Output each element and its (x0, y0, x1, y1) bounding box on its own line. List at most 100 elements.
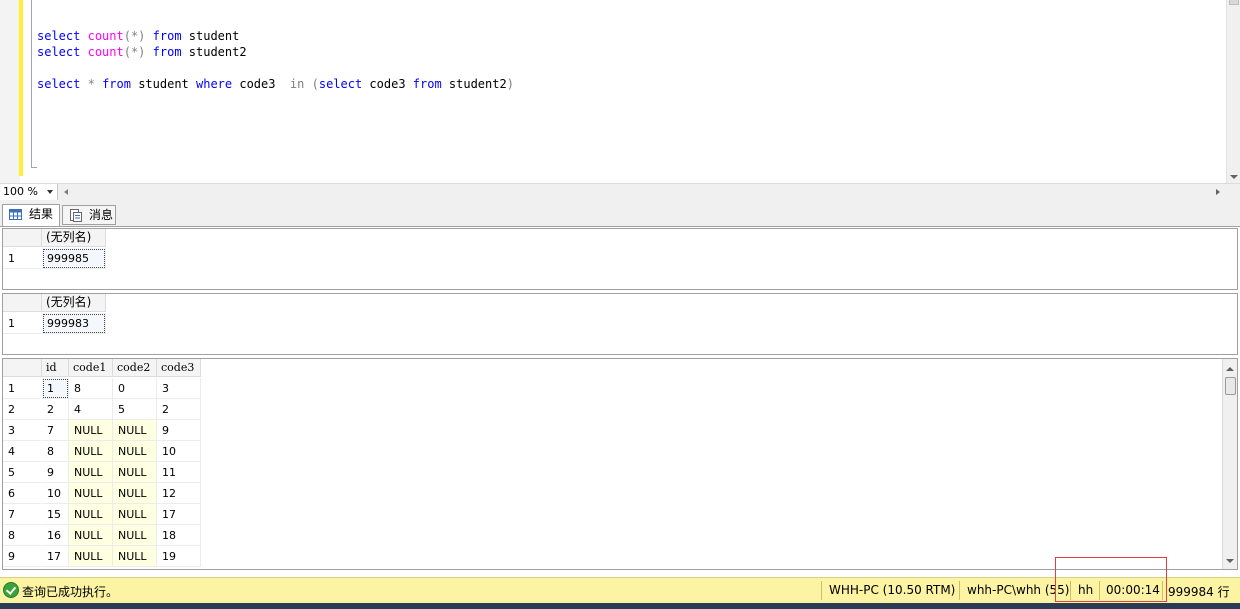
grid-cell[interactable]: 4 (69, 399, 113, 420)
grid-cell[interactable]: 1 (42, 378, 69, 399)
grid-cell[interactable]: 9 (42, 462, 69, 483)
code-token: (*) (123, 45, 146, 59)
zoom-select[interactable]: 100 % (0, 184, 58, 200)
change-marker-bar (19, 0, 23, 176)
row-number[interactable]: 1 (3, 378, 41, 399)
row-number[interactable]: 1 (3, 313, 41, 334)
code-area[interactable]: select count(*) from student select count… (37, 28, 514, 92)
grid-cell[interactable]: NULL (113, 462, 157, 483)
code-token: ( (311, 77, 319, 91)
code-line[interactable] (37, 60, 514, 76)
grid-scroll-thumb[interactable] (1225, 377, 1236, 395)
zoom-value: 100 % (3, 185, 38, 198)
grid-cell[interactable]: NULL (69, 441, 113, 462)
scroll-up-arrow-icon[interactable] (1226, 367, 1234, 371)
grid-cell[interactable]: NULL (113, 420, 157, 441)
row-number[interactable]: 8 (3, 525, 41, 546)
grid-cell[interactable]: 999985 (42, 248, 106, 269)
grid-cell[interactable]: 10 (157, 441, 201, 462)
editor-vertical-scrollbar[interactable] (1226, 0, 1240, 183)
column-header-code3[interactable]: code3 (157, 359, 201, 377)
grid-cell[interactable]: 17 (157, 504, 201, 525)
grid-corner[interactable] (3, 294, 42, 312)
grid-cell[interactable]: 2 (42, 399, 69, 420)
code-line[interactable]: select * from student where code3 in (se… (37, 76, 514, 92)
chevron-down-icon (47, 190, 53, 194)
code-token: student (130, 77, 196, 91)
grid-cell[interactable]: 999983 (42, 313, 106, 334)
tab-results[interactable]: 结果 (2, 204, 60, 226)
row-number[interactable]: 5 (3, 462, 41, 483)
grid-cell[interactable]: 11 (157, 462, 201, 483)
column-header-code2[interactable]: code2 (113, 359, 157, 377)
column-header-id[interactable]: id (42, 359, 69, 377)
grid-cell[interactable]: 19 (157, 546, 201, 567)
code-token: select (37, 29, 81, 43)
column-header[interactable]: (无列名) (42, 294, 106, 312)
status-message: 查询已成功执行。 (22, 585, 119, 599)
status-bar: 查询已成功执行。 WHH-PC (10.50 RTM) whh-PC\whh (… (0, 577, 1240, 604)
result-grid-2[interactable]: (无列名) 1 999983 (2, 293, 1238, 355)
grid-cell[interactable]: NULL (69, 483, 113, 504)
grid-cell[interactable]: NULL (113, 483, 157, 504)
grid-cell[interactable]: NULL (69, 462, 113, 483)
row-number[interactable]: 4 (3, 441, 41, 462)
scroll-left-arrow-icon[interactable] (64, 189, 68, 195)
grid-vertical-scrollbar[interactable] (1222, 359, 1237, 569)
column-header[interactable]: (无列名) (42, 229, 106, 247)
grid-cell[interactable]: 8 (42, 441, 69, 462)
grid-cell[interactable]: 8 (69, 378, 113, 399)
column-header-code1[interactable]: code1 (69, 359, 113, 377)
grid-cell[interactable]: 15 (42, 504, 69, 525)
result-grid-3[interactable]: id code1 code2 code3 1 1 8 0 3 2 2 4 5 2 3 7 NULL NULL 9 4 8… (2, 358, 1238, 570)
grid-cell[interactable]: 5 (113, 399, 157, 420)
code-line[interactable]: select count(*) from student2 (37, 44, 514, 60)
grid-cell[interactable]: 12 (157, 483, 201, 504)
editor-horizontal-scrollbar[interactable]: 100 % (0, 183, 1240, 201)
grid-cell[interactable]: NULL (113, 504, 157, 525)
scroll-right-arrow-icon[interactable] (1216, 189, 1220, 195)
tab-messages[interactable]: 消息 (62, 205, 116, 225)
code-token: student2 (441, 77, 507, 91)
scroll-down-arrow-icon[interactable] (1226, 559, 1234, 563)
result-grid-1[interactable]: (无列名) 1 999985 (2, 228, 1238, 290)
row-number[interactable]: 7 (3, 504, 41, 525)
grid-cell[interactable]: 16 (42, 525, 69, 546)
grid-cell[interactable]: NULL (69, 546, 113, 567)
grid-cell[interactable]: 7 (42, 420, 69, 441)
code-line[interactable]: select count(*) from student (37, 28, 514, 44)
success-check-icon (3, 582, 19, 598)
tab-messages-label: 消息 (89, 208, 114, 222)
row-number[interactable]: 1 (3, 248, 41, 269)
grid-cell[interactable]: 0 (113, 378, 157, 399)
result-tabs: 结果 消息 (0, 201, 1240, 227)
divider (821, 581, 822, 600)
row-number[interactable]: 6 (3, 483, 41, 504)
grid-cell[interactable]: 2 (157, 399, 201, 420)
grid-cell[interactable]: 3 (157, 378, 201, 399)
grid-corner[interactable] (3, 359, 42, 377)
grid-cell[interactable]: 18 (157, 525, 201, 546)
grid-cell[interactable]: NULL (113, 525, 157, 546)
grid-cell[interactable]: NULL (113, 546, 157, 567)
code-token: select (37, 45, 81, 59)
row-number[interactable]: 2 (3, 399, 41, 420)
scroll-down-arrow-icon[interactable] (1230, 175, 1238, 179)
outline-fold-line (31, 0, 37, 168)
editor-scroll-thumb[interactable] (1229, 0, 1239, 5)
grid-corner[interactable] (3, 229, 42, 247)
grid-cell[interactable]: 10 (42, 483, 69, 504)
grid-cell[interactable]: NULL (113, 441, 157, 462)
grid-cell[interactable]: NULL (69, 420, 113, 441)
row-number[interactable]: 9 (3, 546, 41, 567)
grid-cell[interactable]: NULL (69, 525, 113, 546)
row-number[interactable]: 3 (3, 420, 41, 441)
sql-editor[interactable]: select count(*) from student select count… (0, 0, 1240, 183)
grid-cell[interactable]: 9 (157, 420, 201, 441)
grid-cell[interactable]: NULL (69, 504, 113, 525)
code-token: code3 (362, 77, 413, 91)
grid-cell[interactable]: 17 (42, 546, 69, 567)
